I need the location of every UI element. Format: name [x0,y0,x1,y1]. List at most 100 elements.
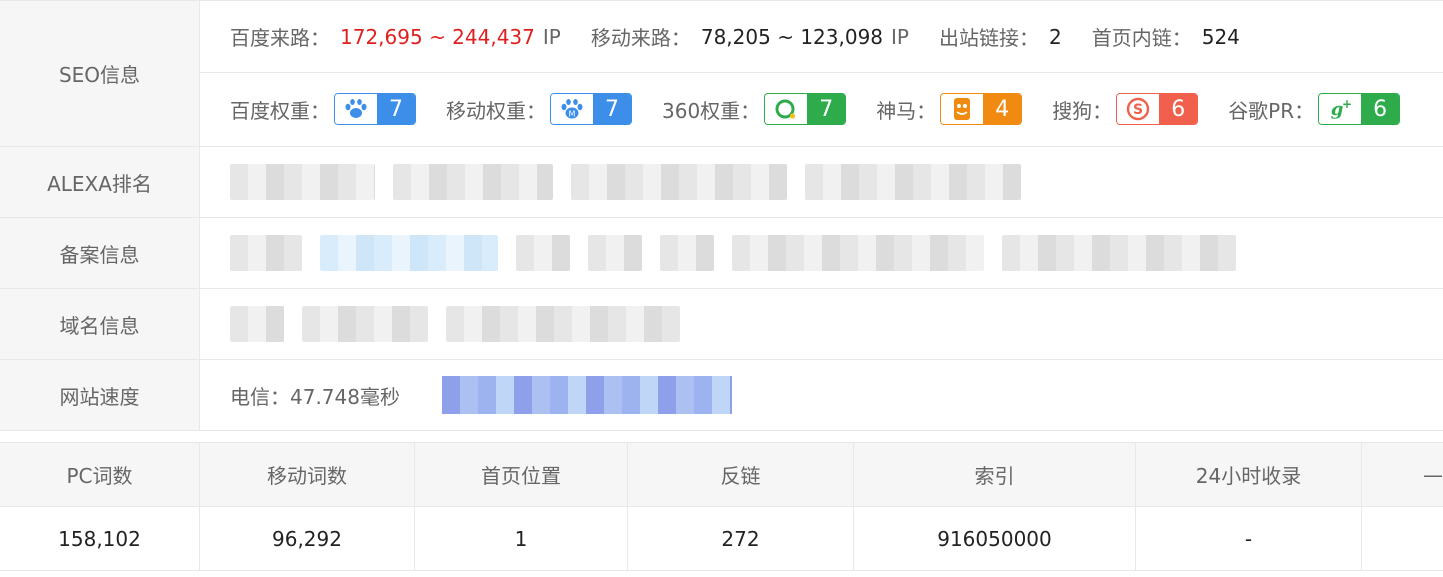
mobile-weight-value: 7 [593,94,631,124]
redacted-link[interactable] [320,235,498,271]
header-homepage-position: 首页位置 [415,443,628,506]
redacted-block [446,306,680,342]
telecom-speed: 电信：47.748毫秒 [230,384,400,409]
mobile-traffic-label: 移动来路： [590,26,691,50]
shenma-weight-label: 神马： [876,98,937,123]
domain-content [200,289,1443,359]
outbound-label: 出站链接： [939,26,1039,50]
outbound-links: 出站链接： 2 [939,22,1062,51]
360-weight-label: 360权重： [662,98,761,123]
shenma-icon [941,94,984,124]
value-pc-words[interactable]: 158,102 [0,507,200,570]
google-pr-badge[interactable]: g + 6 [1318,93,1401,125]
redacted-block [302,306,428,342]
alexa-row: ALEXA排名 [0,147,1443,218]
redacted-block [1002,235,1236,271]
domain-label: 域名信息 [0,289,200,359]
speed-label: 网站速度 [0,360,200,430]
site-info-table: SEO信息 百度来路： 172,695 ~ 244,437 IP 移动来路： 7… [0,0,1443,431]
shenma-weight-badge[interactable]: 4 [940,93,1023,125]
mobile-traffic: 移动来路： 78,205 ~ 123,098 IP [591,22,909,51]
seo-label: SEO信息 [0,1,200,146]
icp-row: 备案信息 [0,218,1443,289]
360-weight[interactable]: 360权重： 7 [662,93,847,125]
seo-content: 百度来路： 172,695 ~ 244,437 IP 移动来路： 78,205 … [200,1,1443,146]
mobile-weight[interactable]: 移动权重： M 7 [446,93,632,125]
homepage-internal-value: 524 [1201,24,1240,49]
alexa-content [200,147,1443,217]
redacted-block [516,235,570,271]
redacted-block [660,235,714,271]
header-mobile-words: 移动词数 [200,443,415,506]
stats-value-row: 158,102 96,292 1 272 916050000 - [0,507,1443,571]
mobile-weight-badge[interactable]: M 7 [550,93,632,125]
outbound-value: 2 [1049,24,1062,49]
header-backlinks: 反链 [628,443,854,506]
domain-redacted [200,289,1443,359]
alexa-label: ALEXA排名 [0,147,200,217]
speed-redacted [441,376,732,414]
alexa-redacted [200,147,1443,217]
baidu-traffic-value: 172,695 ~ 244,437 [340,24,535,49]
baidu-traffic-unit: IP [542,24,561,49]
header-24h-indexed: 24小时收录 [1136,443,1362,506]
shenma-weight[interactable]: 神马： 4 [876,93,1023,125]
homepage-internal-links: 首页内链： 524 [1092,22,1240,51]
redacted-block [588,235,642,271]
redacted-block [230,164,375,200]
google-pr-value: 6 [1361,94,1400,124]
homepage-internal-label: 首页内链： [1091,26,1192,50]
redacted-block [230,306,284,342]
value-mobile-words[interactable]: 96,292 [200,507,415,570]
domain-row: 域名信息 [0,289,1443,360]
redacted-block [805,164,1021,200]
sogou-weight-label: 搜狗： [1052,98,1113,123]
value-index[interactable]: 916050000 [854,507,1136,570]
360-weight-badge[interactable]: 7 [764,93,847,125]
header-pc-words: PC词数 [0,443,200,506]
360-icon [765,94,808,124]
value-backlinks[interactable]: 272 [628,507,854,570]
baidu-weight-value: 7 [377,94,415,124]
google-pr-label: 谷歌PR： [1228,98,1315,123]
seo-row: SEO信息 百度来路： 172,695 ~ 244,437 IP 移动来路： 7… [0,1,1443,147]
redacted-block [230,235,302,271]
mobile-weight-label: 移动权重： [446,98,546,123]
baidu-traffic-label: 百度来路： [230,26,330,50]
baidu-paw-icon [335,94,377,124]
google-plus-icon: g + [1319,94,1362,124]
speed-line: 电信：47.748毫秒 [200,360,1443,430]
icp-redacted [200,218,1443,288]
header-truncated: — [1423,462,1443,487]
mobile-traffic-unit: IP [891,24,909,49]
header-index: 索引 [854,443,1136,506]
icp-label: 备案信息 [0,218,200,288]
redacted-block [393,164,553,200]
stats-header-row: PC词数 移动词数 首页位置 反链 索引 24小时收录 — [0,443,1443,507]
baidu-traffic: 百度来路： 172,695 ~ 244,437 IP [230,22,561,51]
stats-table: PC词数 移动词数 首页位置 反链 索引 24小时收录 — 158,102 96… [0,442,1443,571]
svg-text:M: M [569,110,576,119]
svg-text:S: S [1133,102,1143,118]
sogou-weight-badge[interactable]: S 6 [1116,93,1199,125]
mobile-traffic-value: 78,205 ~ 123,098 [700,24,884,49]
value-homepage-position: 1 [415,507,628,570]
baidu-weight[interactable]: 百度权重： 7 [230,93,416,125]
weights-line: 百度权重： 7 移动权重： M 7 360权重： 7 神马： 4 搜狗： S 6… [200,72,1443,145]
svg-text:+: + [1342,97,1352,111]
baidu-weight-label: 百度权重： [230,98,330,123]
shenma-weight-value: 4 [983,94,1022,124]
google-pr[interactable]: 谷歌PR： g + 6 [1228,93,1401,125]
redacted-block [571,164,787,200]
sogou-weight-value: 6 [1159,94,1198,124]
icp-content [200,218,1443,288]
value-truncated [1362,507,1443,570]
redacted-block [732,235,984,271]
speed-content: 电信：47.748毫秒 [200,360,1443,430]
baidu-weight-badge[interactable]: 7 [334,93,416,125]
value-24h-indexed: - [1136,507,1362,570]
traffic-line: 百度来路： 172,695 ~ 244,437 IP 移动来路： 78,205 … [200,1,1443,72]
sogou-weight[interactable]: 搜狗： S 6 [1052,93,1199,125]
360-weight-value: 7 [807,94,846,124]
baidu-mobile-icon: M [551,94,593,124]
